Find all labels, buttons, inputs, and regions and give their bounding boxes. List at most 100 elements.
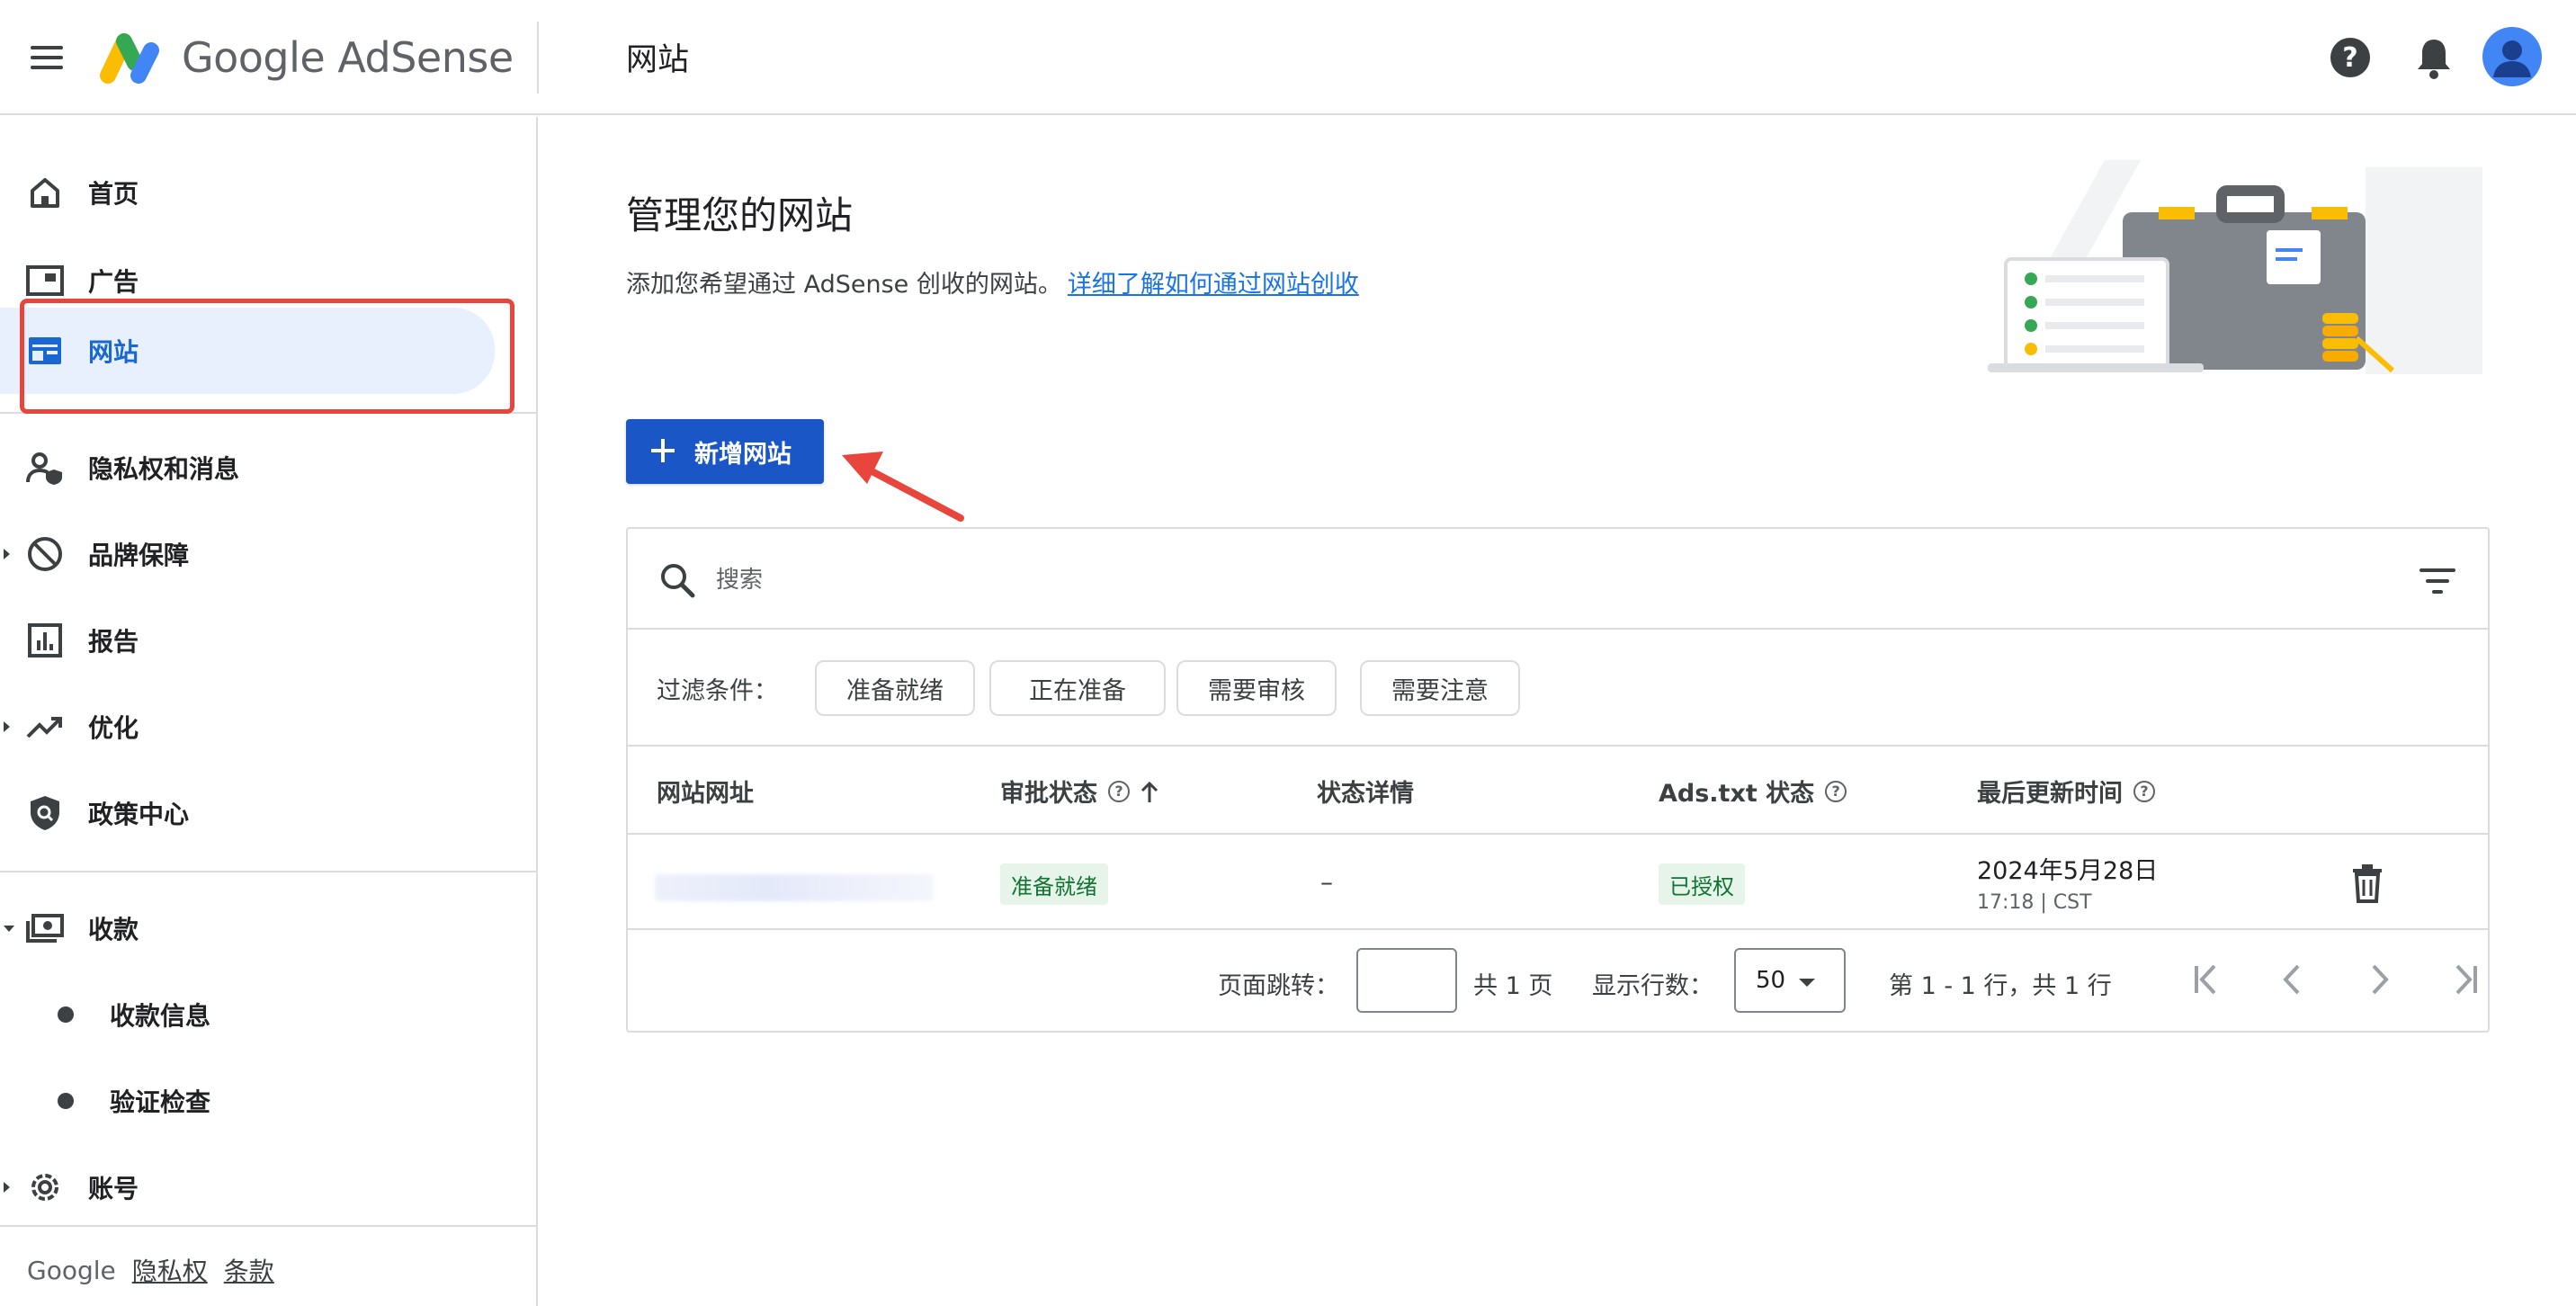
filter-line (2426, 579, 2449, 583)
page-jump-label: 页面跳转： (1218, 972, 1339, 1000)
row-range: 第 1 - 1 行，共 1 行 (1889, 972, 2112, 1000)
top-app-bar: Google AdSense 网站 ? (0, 0, 2576, 115)
filter-line (2432, 590, 2443, 594)
page-jump-input[interactable] (1356, 948, 1457, 1013)
col-header-label: 网站网址 (657, 780, 754, 808)
last-updated-cell: 2024年5月28日 17:18 | CST (1977, 851, 2158, 914)
nav-label: 验证检查 (110, 1087, 211, 1117)
rows-per-page-select[interactable]: 50 (1734, 948, 1846, 1013)
filter-chips-row: 过滤条件： 准备就绪 正在准备 需要审核 需要注意 (628, 630, 2488, 747)
sort-arrow-up-icon[interactable] (1139, 779, 1160, 804)
nav-item-brand-safety[interactable]: 品牌保障 (0, 513, 504, 595)
bullet-icon (58, 1006, 74, 1023)
approval-status-badge: 准备就绪 (1000, 863, 1108, 905)
filter-chip-needs-attention[interactable]: 需要注意 (1360, 660, 1520, 716)
nav-label: 收款信息 (110, 1001, 211, 1031)
expand-caret-icon (4, 721, 10, 732)
nav-label: 政策中心 (88, 800, 190, 829)
nav-subitem-verification[interactable]: 验证检查 (0, 1060, 504, 1142)
nav-label: 账号 (88, 1174, 139, 1203)
ads-txt-status-badge: 已授权 (1659, 863, 1745, 905)
app-name: Google AdSense (182, 33, 514, 82)
nav-label: 广告 (88, 267, 139, 297)
filter-chip-needs-review[interactable]: 需要审核 (1176, 660, 1337, 716)
nav-item-policy-center[interactable]: 政策中心 (0, 772, 504, 854)
filter-line (2419, 568, 2455, 572)
sites-icon (25, 331, 65, 371)
help-circle-icon[interactable]: ? (2133, 780, 2155, 802)
footer-privacy-link[interactable]: 隐私权 (132, 1252, 208, 1288)
previous-page-icon[interactable] (2270, 957, 2315, 1002)
menu-icon-line (31, 66, 63, 69)
col-header-label: 最后更新时间 (1977, 780, 2123, 808)
help-icon[interactable]: ? (2330, 38, 2370, 77)
account-avatar[interactable] (2482, 27, 2542, 86)
notifications-bell-icon[interactable] (2412, 34, 2455, 81)
privacy-icon (25, 448, 65, 488)
reports-icon (25, 621, 65, 660)
col-header-approval-status[interactable]: 审批状态 ? (1000, 774, 1160, 809)
plus-icon (651, 439, 675, 462)
next-page-icon[interactable] (2357, 957, 2402, 1002)
page-heading: 网站 (626, 42, 690, 78)
updated-date: 2024年5月28日 (1977, 857, 2159, 885)
annotation-arrow (842, 452, 964, 522)
nav-label: 收款 (88, 915, 139, 944)
nav-item-account[interactable]: 账号 (0, 1146, 504, 1229)
search-input[interactable] (716, 554, 2335, 606)
pagination-bar: 页面跳转： 共 1 页 显示行数： 50 第 1 - 1 行，共 1 行 (628, 930, 2488, 1031)
sites-illustration (1988, 160, 2482, 374)
col-header-label: Ads.txt 状态 (1659, 780, 1815, 808)
nav-item-privacy-messaging[interactable]: 隐私权和消息 (0, 426, 504, 509)
page-description: 添加您希望通过 AdSense 创收的网站。 详细了解如何通过网站创收 (626, 264, 1359, 300)
updated-time: 17:18 | CST (1977, 891, 2092, 914)
adsense-logo[interactable]: Google AdSense (97, 20, 547, 95)
last-page-icon[interactable] (2443, 957, 2488, 1002)
nav-subitem-payment-info[interactable]: 收款信息 (0, 973, 504, 1056)
help-circle-icon[interactable]: ? (1108, 780, 1130, 802)
col-header-ads-txt-status[interactable]: Ads.txt 状态 ? (1659, 774, 1847, 809)
filter-chip-preparing[interactable]: 正在准备 (989, 660, 1166, 716)
add-site-button[interactable]: 新增网站 (626, 419, 824, 484)
nav-item-reports[interactable]: 报告 (0, 599, 504, 682)
col-header-site-url[interactable]: 网站网址 (657, 774, 754, 809)
expand-caret-icon (4, 1182, 10, 1193)
footer-google-brand: Google (27, 1255, 116, 1285)
delete-trash-icon[interactable] (2349, 863, 2385, 903)
filter-list-icon[interactable] (2419, 568, 2455, 595)
footer-terms-link[interactable]: 条款 (224, 1252, 274, 1288)
bullet-icon (58, 1093, 74, 1109)
trending-up-icon (25, 707, 65, 747)
add-site-label: 新增网站 (694, 440, 792, 469)
expand-caret-icon (4, 549, 10, 559)
first-page-icon[interactable] (2184, 957, 2229, 1002)
menu-icon-line (31, 56, 63, 59)
main-menu-button[interactable] (20, 32, 74, 83)
col-header-label: 状态详情 (1317, 780, 1414, 808)
nav-item-sites[interactable]: 网站 (0, 308, 495, 394)
rows-per-page-value: 50 (1756, 967, 1786, 994)
filter-chip-ready[interactable]: 准备就绪 (815, 660, 975, 716)
page-title: 管理您的网站 (626, 193, 854, 237)
menu-icon-line (31, 46, 63, 49)
policy-shield-icon (25, 793, 65, 833)
table-header-row: 网站网址 审批状态 ? 状态详情 Ads.txt 状态 ? 最后更新时间 ? (628, 747, 2488, 835)
help-circle-icon[interactable]: ? (1825, 780, 1847, 802)
sidebar-footer: Google 隐私权 条款 (27, 1252, 274, 1288)
site-url-redacted[interactable] (655, 874, 934, 901)
payments-icon (25, 908, 65, 948)
status-details-cell: – (1320, 867, 1333, 897)
nav-label: 品牌保障 (88, 541, 190, 570)
nav-label: 网站 (88, 337, 139, 367)
description-text: 添加您希望通过 AdSense 创收的网站。 (626, 271, 1062, 299)
nav-item-optimization[interactable]: 优化 (0, 685, 504, 768)
adsense-logo-icon (100, 33, 159, 84)
nav-item-home[interactable]: 首页 (0, 151, 504, 234)
col-header-status-details[interactable]: 状态详情 (1317, 774, 1414, 809)
learn-more-link[interactable]: 详细了解如何通过网站创收 (1068, 271, 1359, 299)
nav-divider (0, 1225, 538, 1227)
gear-icon (25, 1167, 65, 1207)
col-header-last-updated[interactable]: 最后更新时间 ? (1977, 774, 2155, 809)
rows-per-page-label: 显示行数： (1592, 972, 1713, 1000)
nav-item-payments[interactable]: 收款 (0, 887, 504, 970)
